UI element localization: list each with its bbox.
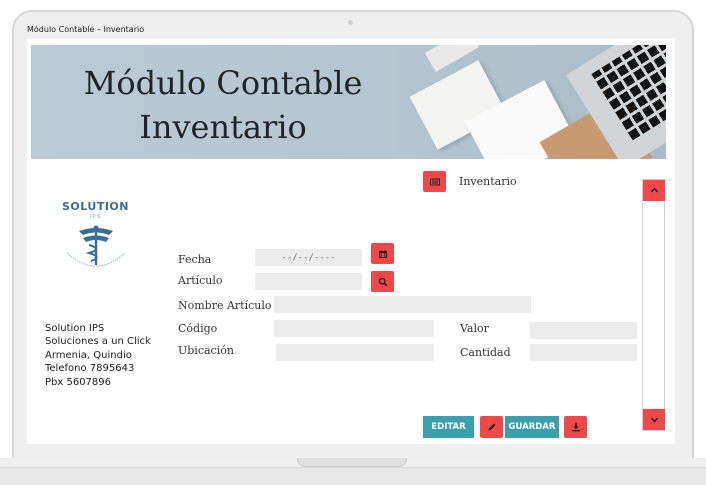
chevron-up-icon xyxy=(650,187,658,193)
id-card-icon xyxy=(429,178,440,185)
company-line: Telefono 7895643 xyxy=(45,363,135,375)
ubicacion-input[interactable] xyxy=(276,344,434,361)
guardar-button[interactable]: GUARDAR xyxy=(505,416,559,438)
calendar-icon xyxy=(378,249,387,258)
nombre-articulo-input[interactable] xyxy=(274,296,531,313)
cantidad-label: Cantidad xyxy=(460,346,511,359)
editar-button[interactable]: EDITAR xyxy=(423,416,474,438)
scroll-up-button[interactable] xyxy=(643,180,665,201)
chevron-down-icon xyxy=(650,417,658,423)
section-label: Inventario xyxy=(459,175,517,188)
logo-name: SOLUTION xyxy=(62,200,129,213)
company-info: Solution IPS Soluciones a un Click Armen… xyxy=(45,322,151,389)
valor-label: Valor xyxy=(460,322,489,335)
company-line: Armenia, Quindio xyxy=(45,349,132,361)
nombre-articulo-label: Nombre Artículo xyxy=(178,299,272,312)
fecha-input[interactable] xyxy=(255,249,362,266)
header-banner: Módulo Contable Inventario xyxy=(31,45,666,159)
inventario-section-button[interactable] xyxy=(423,171,446,192)
cantidad-input[interactable] xyxy=(530,344,637,361)
scroll-down-button[interactable] xyxy=(643,409,665,430)
fecha-label: Fecha xyxy=(178,253,212,266)
banner-title-line1: Módulo Contable xyxy=(83,64,363,102)
codigo-input[interactable] xyxy=(274,320,434,337)
pencil-icon xyxy=(488,423,495,431)
window-title: Módulo Contable – Inventario xyxy=(27,25,145,34)
banner-title: Módulo Contable Inventario xyxy=(83,61,363,149)
search-icon xyxy=(378,277,387,286)
edit-button[interactable] xyxy=(480,416,503,438)
logo-emblem-icon xyxy=(66,225,126,267)
download-button[interactable] xyxy=(564,416,587,438)
app-screen: Módulo Contable Inventario SOLUTION IPS … xyxy=(27,39,675,444)
articulo-input[interactable] xyxy=(255,273,362,290)
banner-title-line2: Inventario xyxy=(139,108,307,146)
company-line: Pbx 5607896 xyxy=(45,376,112,388)
logo-subtitle: IPS xyxy=(90,214,102,220)
laptop-notch xyxy=(297,458,407,467)
search-articulo-button[interactable] xyxy=(371,271,394,292)
scrollbar-track[interactable] xyxy=(642,179,665,431)
company-line: Soluciones a un Click xyxy=(45,336,151,348)
calendar-button[interactable] xyxy=(371,243,394,264)
valor-input[interactable] xyxy=(530,322,637,339)
codigo-label: Código xyxy=(178,322,218,335)
ubicacion-label: Ubicación xyxy=(178,344,234,357)
company-line: Solution IPS xyxy=(45,323,105,334)
download-icon xyxy=(571,423,580,432)
articulo-label: Artículo xyxy=(178,274,223,287)
camera-dot xyxy=(348,20,353,25)
